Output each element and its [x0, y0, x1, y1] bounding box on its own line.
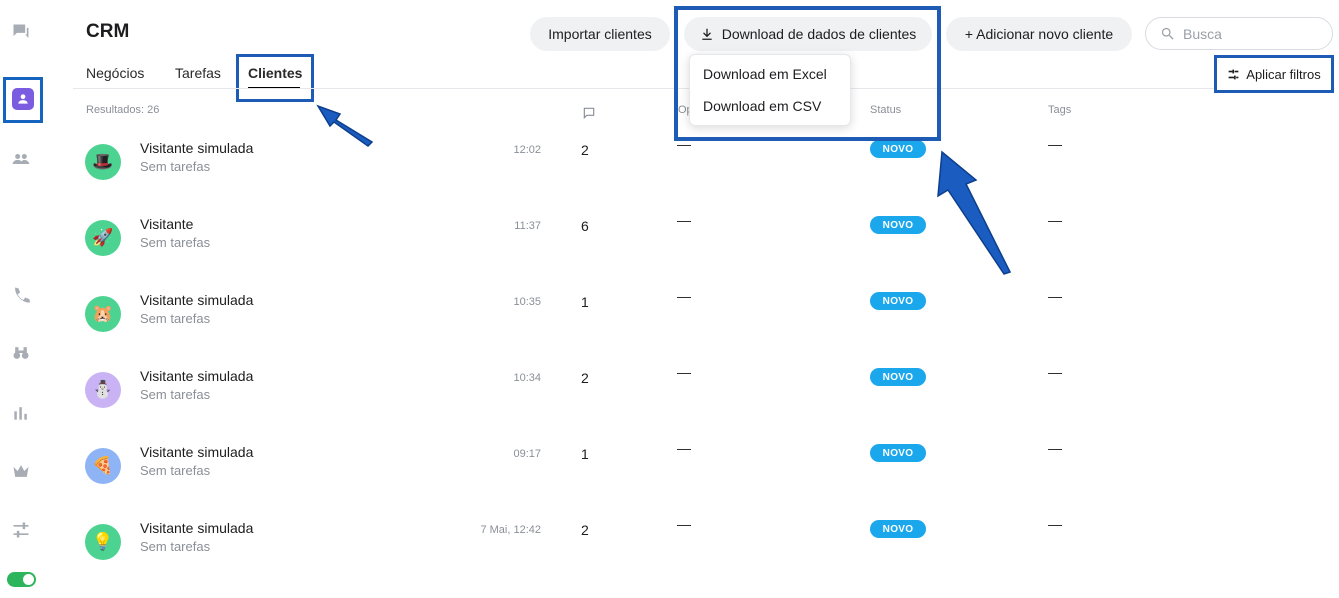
phone-icon[interactable] [10, 284, 32, 306]
tags-value: — [1048, 516, 1062, 532]
client-tasks: Sem tarefas [140, 159, 211, 174]
last-activity-time: 09:17 [513, 448, 541, 460]
messages-column-icon [582, 106, 596, 123]
annotation-arrow-download [937, 150, 1012, 275]
client-tasks: Sem tarefas [140, 387, 211, 402]
download-excel-option[interactable]: Download em Excel [703, 66, 827, 82]
crm-nav-highlight[interactable] [3, 77, 43, 123]
avatar-emoji: ⛄ [92, 380, 114, 399]
last-activity-time: 10:35 [513, 296, 541, 308]
avatar: 💡 [85, 524, 121, 560]
client-name[interactable]: Visitante [140, 216, 193, 232]
stats-icon[interactable] [10, 402, 32, 424]
table-row[interactable]: 🐹 Visitante simulada Sem tarefas 10:35 1 — NOV… [73, 274, 1335, 350]
message-count: 6 [581, 218, 589, 234]
op-value: — [677, 288, 691, 304]
message-count: 2 [581, 142, 589, 158]
column-header-tags: Tags [1048, 104, 1072, 116]
avatar-emoji: 🚀 [92, 228, 114, 247]
team-icon[interactable] [10, 148, 32, 170]
tags-value: — [1048, 136, 1062, 152]
client-name[interactable]: Visitante simulada [140, 520, 253, 536]
page-title: CRM [86, 21, 130, 42]
status-badge: NOVO [870, 444, 926, 462]
avatar-emoji: 🍕 [92, 456, 114, 475]
last-activity-time: 7 Mai, 12:42 [480, 524, 541, 536]
tab-clientes-highlight [236, 54, 314, 102]
client-tasks: Sem tarefas [140, 311, 211, 326]
chat-icon[interactable] [10, 21, 32, 43]
avatar: 🚀 [85, 220, 121, 256]
table-row[interactable]: 🍕 Visitante simulada Sem tarefas 09:17 1 — NOV… [73, 426, 1335, 502]
client-tasks: Sem tarefas [140, 539, 211, 554]
table-row[interactable]: 🚀 Visitante Sem tarefas 11:37 6 — NOVO — [73, 198, 1335, 274]
avatar-emoji: 💡 [92, 532, 114, 551]
client-name[interactable]: Visitante simulada [140, 444, 253, 460]
client-tasks: Sem tarefas [140, 463, 211, 478]
search-placeholder: Busca [1183, 25, 1222, 42]
tab-tarefas[interactable]: Tarefas [175, 65, 221, 81]
message-count: 1 [581, 446, 589, 462]
download-csv-option[interactable]: Download em CSV [703, 98, 821, 114]
search-input[interactable]: Busca [1145, 17, 1333, 50]
download-dropdown-menu: Download em Excel Download em CSV [689, 54, 851, 126]
op-value: — [677, 516, 691, 532]
table-row[interactable]: ⛄ Visitante simulada Sem tarefas 10:34 2 — NOV… [73, 350, 1335, 426]
message-count: 1 [581, 294, 589, 310]
last-activity-time: 12:02 [513, 144, 541, 156]
last-activity-time: 11:37 [514, 220, 541, 232]
avatar: 🍕 [85, 448, 121, 484]
last-activity-time: 10:34 [513, 372, 541, 384]
online-toggle[interactable] [7, 572, 36, 587]
apply-filters-label: Aplicar filtros [1246, 66, 1321, 82]
tags-value: — [1048, 364, 1062, 380]
message-count: 2 [581, 522, 589, 538]
status-badge: NOVO [870, 140, 926, 158]
avatar: ⛄ [85, 372, 121, 408]
crown-icon[interactable] [10, 460, 32, 482]
avatar: 🐹 [85, 296, 121, 332]
op-value: — [677, 364, 691, 380]
sidebar [0, 0, 43, 598]
client-name[interactable]: Visitante simulada [140, 140, 253, 156]
op-value: — [677, 212, 691, 228]
binoculars-icon[interactable] [10, 342, 32, 364]
tags-value: — [1048, 212, 1062, 228]
table-row[interactable]: 💡 Visitante simulada Sem tarefas 7 Mai, 12:… [73, 502, 1335, 578]
add-client-label: + Adicionar novo cliente [964, 26, 1114, 42]
filter-icon [1228, 69, 1239, 79]
search-icon [1161, 27, 1174, 40]
crm-icon[interactable] [12, 88, 34, 110]
annotation-arrow-tabs [316, 104, 374, 147]
status-badge: NOVO [870, 520, 926, 538]
tags-value: — [1048, 440, 1062, 456]
tags-value: — [1048, 288, 1062, 304]
add-client-button[interactable]: + Adicionar novo cliente [946, 17, 1132, 51]
tab-negocios[interactable]: Negócios [86, 65, 144, 81]
client-name[interactable]: Visitante simulada [140, 292, 253, 308]
apply-filters-button[interactable]: Aplicar filtros [1214, 55, 1334, 93]
client-tasks: Sem tarefas [140, 235, 211, 250]
avatar-emoji: 🎩 [92, 152, 114, 171]
status-badge: NOVO [870, 368, 926, 386]
import-clients-label: Importar clientes [548, 26, 652, 42]
op-value: — [677, 440, 691, 456]
message-count: 2 [581, 370, 589, 386]
avatar-emoji: 🐹 [92, 304, 114, 323]
import-clients-button[interactable]: Importar clientes [530, 17, 670, 51]
settings-icon[interactable] [10, 519, 32, 541]
status-badge: NOVO [870, 216, 926, 234]
status-badge: NOVO [870, 292, 926, 310]
results-count: Resultados: 26 [86, 104, 160, 116]
client-name[interactable]: Visitante simulada [140, 368, 253, 384]
avatar: 🎩 [85, 144, 121, 180]
